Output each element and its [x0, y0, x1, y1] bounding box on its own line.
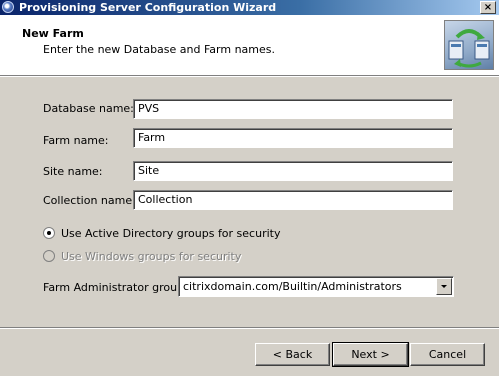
- admin-group-label: Farm Administrator group:: [43, 281, 188, 294]
- radio-windows-groups-label: Use Windows groups for security: [61, 250, 242, 263]
- database-name-field[interactable]: PVS: [133, 99, 453, 119]
- chevron-down-icon[interactable]: [436, 278, 452, 295]
- header-divider: [0, 76, 499, 77]
- page-title: New Farm: [22, 27, 84, 40]
- farm-name-label: Farm name:: [43, 134, 109, 147]
- radio-unselected-icon: [43, 250, 55, 262]
- radio-active-directory[interactable]: Use Active Directory groups for security: [43, 227, 280, 240]
- server-sync-icon: [444, 20, 494, 70]
- farm-name-field[interactable]: Farm: [133, 128, 453, 148]
- cancel-button[interactable]: Cancel: [410, 343, 485, 366]
- back-button[interactable]: < Back: [255, 343, 330, 366]
- radio-active-directory-label: Use Active Directory groups for security: [61, 227, 281, 240]
- site-name-label: Site name:: [43, 165, 103, 178]
- admin-group-dropdown[interactable]: citrixdomain.com/Builtin/Administrators: [178, 276, 454, 297]
- admin-group-value: citrixdomain.com/Builtin/Administrators: [183, 280, 402, 293]
- close-button[interactable]: ×: [480, 1, 496, 14]
- page-subtitle: Enter the new Database and Farm names.: [43, 43, 275, 56]
- radio-windows-groups: Use Windows groups for security: [43, 250, 241, 263]
- collection-name-label: Collection name:: [43, 194, 136, 207]
- citrix-globe-icon: [2, 1, 14, 13]
- window-title: Provisioning Server Configuration Wizard: [19, 1, 277, 14]
- title-bar: Provisioning Server Configuration Wizard…: [0, 0, 499, 15]
- next-button[interactable]: Next >: [332, 342, 409, 367]
- site-name-field[interactable]: Site: [133, 161, 453, 181]
- database-name-label: Database name:: [43, 102, 134, 115]
- wizard-header: New Farm Enter the new Database and Farm…: [0, 15, 499, 76]
- collection-name-field[interactable]: Collection: [133, 190, 453, 210]
- radio-selected-icon[interactable]: [43, 227, 55, 239]
